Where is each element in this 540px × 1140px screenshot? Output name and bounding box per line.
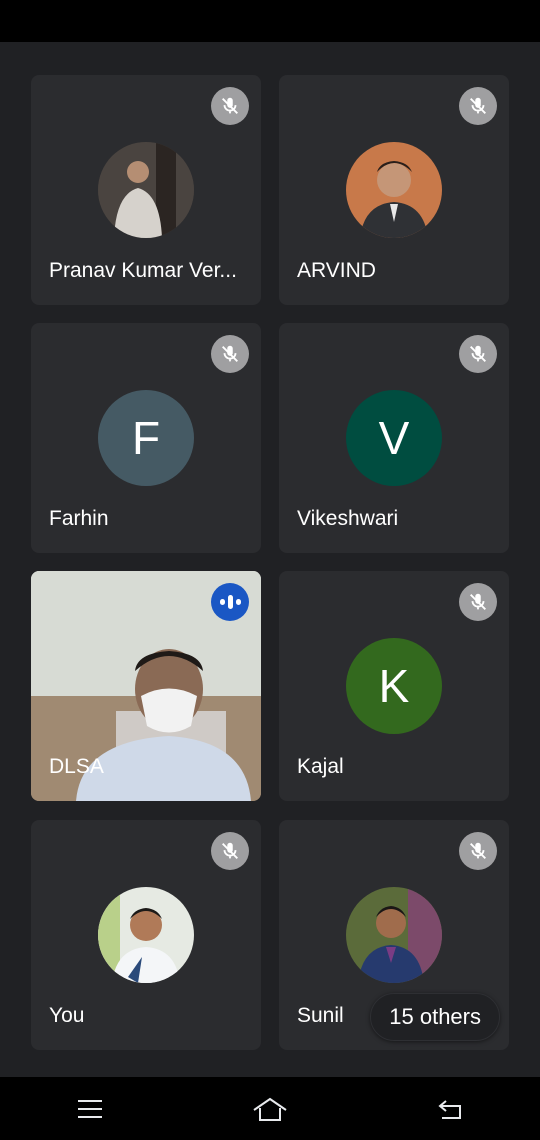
participant-tile[interactable]: V Vikeshwari [279, 323, 509, 553]
participant-tile[interactable]: ARVIND [279, 75, 509, 305]
mic-off-icon [211, 335, 249, 373]
participant-tile-self[interactable]: You [31, 820, 261, 1050]
status-bar [0, 0, 540, 42]
profile-photo [98, 887, 194, 983]
avatar [98, 142, 194, 238]
participant-tile-video[interactable]: DLSA [31, 571, 261, 801]
mic-off-icon [459, 335, 497, 373]
participant-name: Vikeshwari [297, 507, 399, 530]
back-icon[interactable] [420, 1084, 480, 1134]
avatar [98, 887, 194, 983]
avatar [346, 142, 442, 238]
avatar-initial: F [131, 412, 161, 464]
participant-grid: Pranav Kumar Ver... ARVIND F Farhin V Vi… [0, 42, 540, 1077]
menu-icon[interactable] [60, 1084, 120, 1134]
mic-off-icon [459, 832, 497, 870]
participant-name: Farhin [49, 507, 109, 530]
avatar: K [346, 638, 442, 734]
audio-level-icon [211, 583, 249, 621]
participant-name: You [49, 1004, 85, 1027]
participant-tile[interactable]: F Farhin [31, 323, 261, 553]
participant-name: ARVIND [297, 259, 376, 282]
mic-off-icon [211, 832, 249, 870]
participant-name: Sunil [297, 1004, 344, 1027]
participant-tile[interactable]: Pranav Kumar Ver... [31, 75, 261, 305]
navigation-bar [0, 1077, 540, 1140]
participant-name: DLSA [49, 755, 104, 778]
home-icon[interactable] [240, 1084, 300, 1134]
participant-name: Kajal [297, 755, 344, 778]
profile-photo [346, 887, 442, 983]
profile-photo [98, 142, 194, 238]
mic-off-icon [459, 583, 497, 621]
participant-name: Pranav Kumar Ver... [49, 259, 237, 282]
participant-tile[interactable]: K Kajal [279, 571, 509, 801]
mic-off-icon [459, 87, 497, 125]
others-participants-button[interactable]: 15 others [370, 993, 500, 1041]
avatar [346, 887, 442, 983]
avatar: V [346, 390, 442, 486]
profile-photo [346, 142, 442, 238]
avatar-initial: K [378, 660, 410, 712]
avatar-initial: V [378, 412, 410, 464]
avatar: F [98, 390, 194, 486]
mic-off-icon [211, 87, 249, 125]
